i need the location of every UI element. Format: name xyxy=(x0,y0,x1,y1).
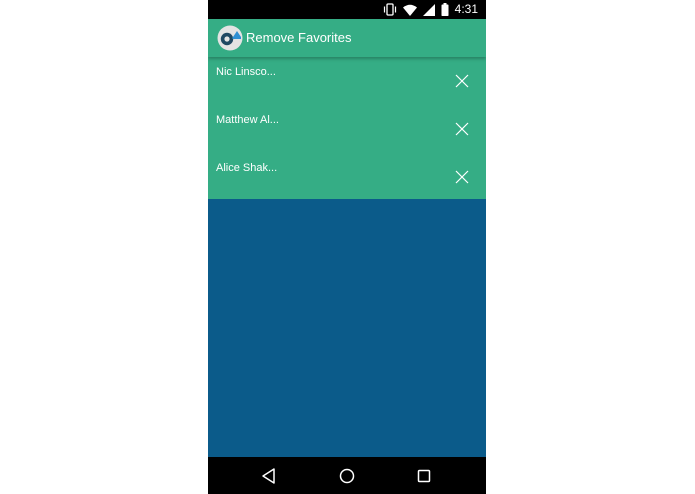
remove-favorite-button[interactable] xyxy=(452,71,472,91)
app-bar: Remove Favorites xyxy=(208,19,486,57)
content-area xyxy=(208,199,486,457)
wifi-icon xyxy=(402,4,417,16)
favorite-name: Nic Linsco... xyxy=(216,66,276,78)
back-icon xyxy=(262,468,275,484)
favorites-list: Nic Linsco... Matthew Al... Alice Shak..… xyxy=(208,57,486,199)
close-icon xyxy=(455,122,469,136)
signal-icon xyxy=(422,3,435,16)
page-title: Remove Favorites xyxy=(246,30,352,45)
status-bar: 4:31 xyxy=(208,0,486,19)
vibrate-icon xyxy=(383,3,397,16)
phone-screen: 4:31 Remove Favorites Nic Linsco... Matt… xyxy=(208,0,486,494)
status-time: 4:31 xyxy=(454,2,478,16)
remove-favorite-button[interactable] xyxy=(452,167,472,187)
status-icons: 4:31 xyxy=(383,2,478,17)
recents-button[interactable] xyxy=(413,465,435,487)
remove-favorite-button[interactable] xyxy=(452,119,472,139)
app-logo-icon xyxy=(217,25,243,51)
close-icon xyxy=(455,170,469,184)
recents-icon xyxy=(417,469,431,483)
close-icon xyxy=(455,74,469,88)
back-button[interactable] xyxy=(258,465,280,487)
favorite-name: Matthew Al... xyxy=(216,114,279,126)
battery-icon xyxy=(441,3,449,16)
navigation-bar xyxy=(208,457,486,494)
list-item: Alice Shak... xyxy=(208,153,486,201)
home-icon xyxy=(339,468,355,484)
list-item: Matthew Al... xyxy=(208,105,486,153)
favorite-name: Alice Shak... xyxy=(216,162,278,174)
list-item: Nic Linsco... xyxy=(208,57,486,105)
home-button[interactable] xyxy=(336,465,358,487)
